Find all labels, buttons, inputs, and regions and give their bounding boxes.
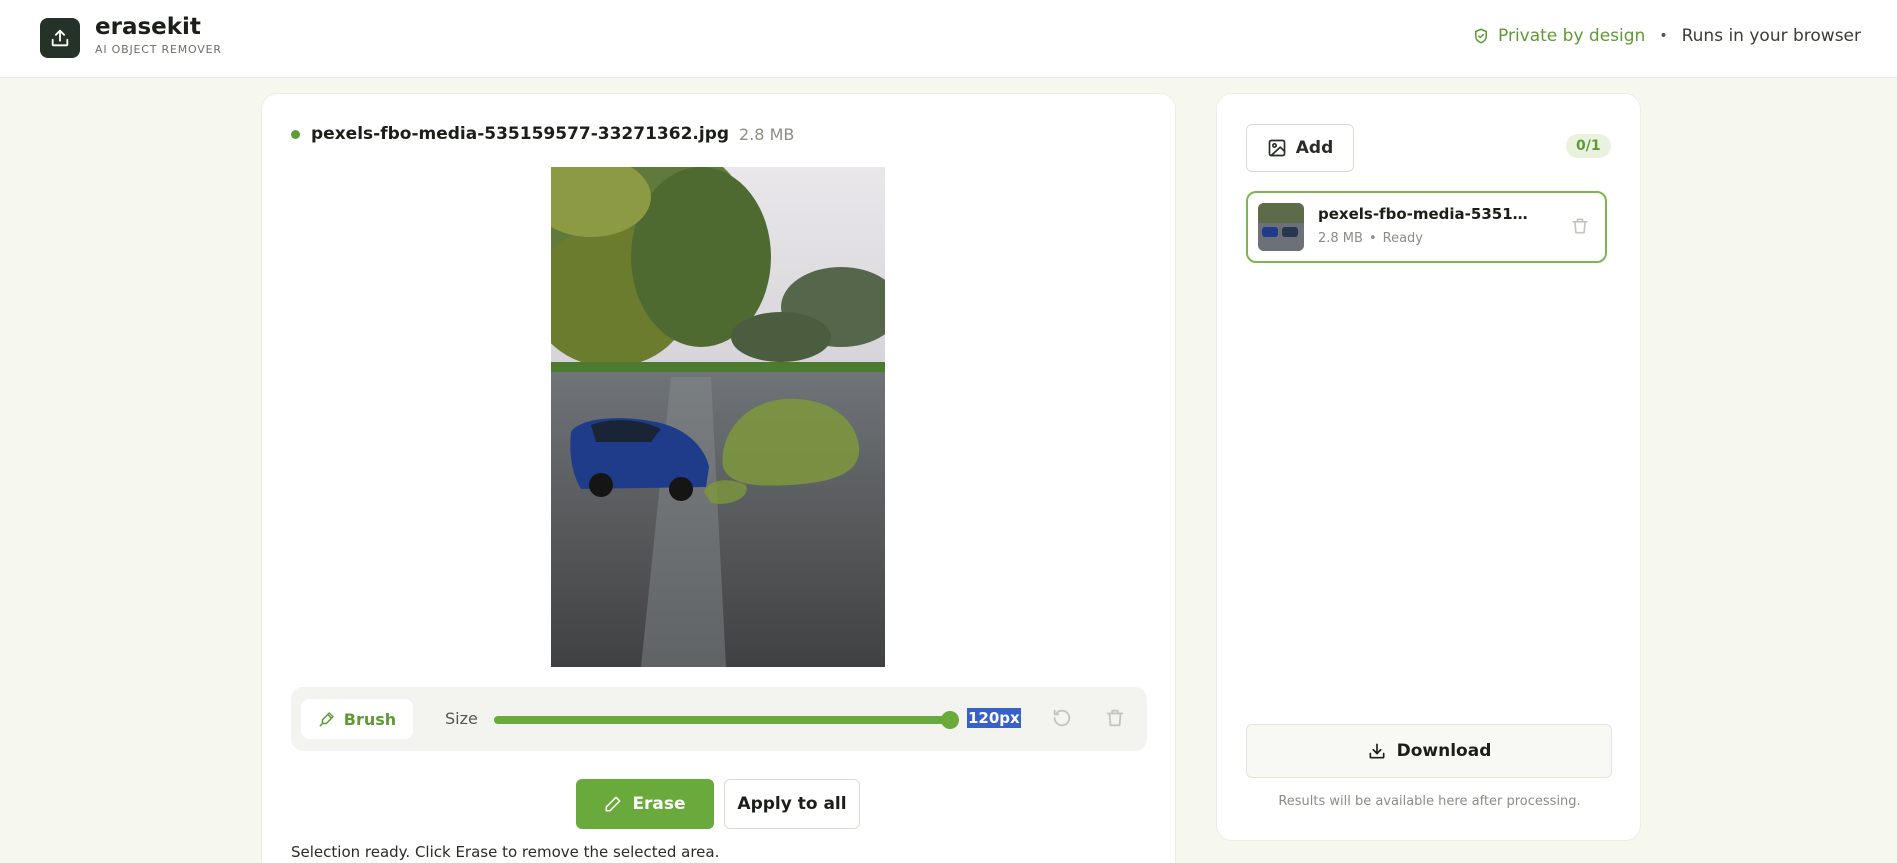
undo-button[interactable] [1049,706,1075,732]
erase-button[interactable]: Erase [576,779,714,829]
undo-icon [1053,709,1071,726]
add-label: Add [1295,138,1334,158]
size-label: Size [445,709,478,728]
shield-check-icon [1475,28,1487,44]
queue-item-meta: 2.8 MB • Ready [1318,231,1423,246]
privacy-info: Private by design • Runs in your browser [1472,26,1861,46]
queue-item[interactable]: pexels-fbo-media-535159... 2.8 MB • Ready [1246,191,1607,263]
queue-item-size: 2.8 MB [1318,231,1363,246]
privacy-label: Private by design [1498,26,1646,46]
trash-icon [1572,218,1588,233]
add-image-button[interactable]: Add [1246,124,1354,172]
brush-label: Brush [343,709,397,729]
slider-thumb[interactable] [941,711,959,729]
download-label: Download [1396,741,1492,761]
editor-card: pexels-fbo-media-535159577-33271362.jpg … [261,93,1176,863]
queue-card: Add 0/1 pexels-fbo-media-535159... 2.8 M… [1216,93,1641,841]
logo[interactable] [40,18,80,58]
queue-item-thumbnail [1258,203,1304,251]
brush-toolbar: Brush Size 120px [291,687,1147,751]
image-canvas[interactable] [551,167,885,667]
erase-label: Erase [632,794,686,814]
queue-item-name: pexels-fbo-media-535159... [1318,205,1538,223]
privacy-badge: Private by design [1472,26,1645,46]
photo-preview [551,167,885,667]
file-header: pexels-fbo-media-535159577-33271362.jpg … [291,124,794,144]
results-note: Results will be available here after pro… [1278,794,1581,809]
app-header: erasekit AI OBJECT REMOVER Private by de… [0,0,1897,78]
slider-fill [494,716,950,724]
size-slider[interactable] [494,711,959,729]
brand-name: erasekit [95,14,201,40]
meta-separator: • [1368,231,1377,246]
queue-count-badge: 0/1 [1566,134,1611,158]
trash-icon [1106,709,1124,726]
download-icon [1369,743,1385,759]
apply-to-all-button[interactable]: Apply to all [724,779,860,829]
brush-icon [319,712,334,727]
download-button[interactable]: Download [1246,724,1612,778]
brush-tool-button[interactable]: Brush [301,699,413,739]
pencil-icon [605,796,621,812]
clear-mask-button[interactable] [1102,706,1128,732]
remove-item-button[interactable] [1568,215,1592,239]
file-name: pexels-fbo-media-535159577-33271362.jpg [311,124,730,144]
file-size: 2.8 MB [739,124,795,144]
runtime-label: Runs in your browser [1681,26,1861,46]
header-separator: • [1659,28,1668,44]
image-icon [1268,139,1286,157]
thumbnail-image [1258,203,1304,251]
status-message: Selection ready. Click Erase to remove t… [291,843,720,861]
queue-item-status: Ready [1382,231,1423,246]
status-dot [291,129,300,139]
size-value: 120px [967,708,1021,728]
brand-tagline: AI OBJECT REMOVER [95,43,222,56]
upload-icon [51,29,69,47]
